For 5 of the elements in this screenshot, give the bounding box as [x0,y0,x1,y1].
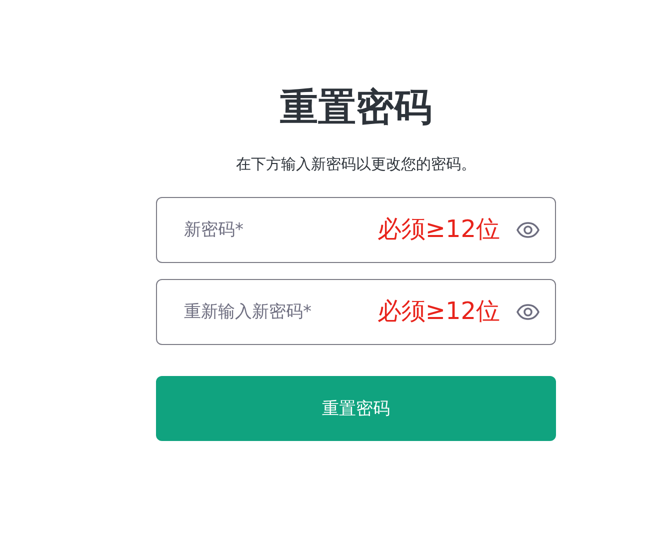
requirement-note: 必须≥12位 [377,296,500,326]
instruction-text: 在下方输入新密码以更改您的密码。 [236,154,476,174]
reset-password-button[interactable]: 重置密码 [156,376,556,441]
page-title: 重置密码 [280,84,432,131]
requirement-note: 必须≥12位 [377,214,500,244]
